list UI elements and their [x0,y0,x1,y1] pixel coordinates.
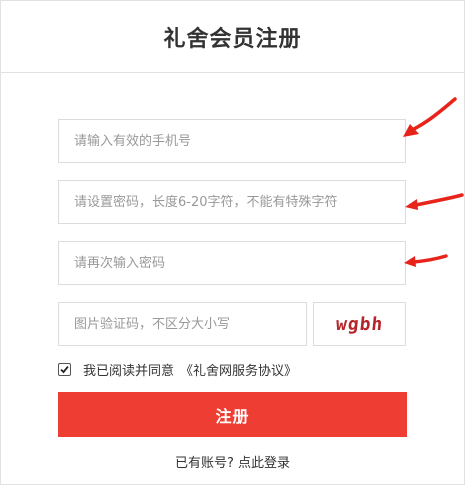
captcha-input[interactable] [59,303,306,345]
agree-text: 我已阅读并同意 [83,363,175,379]
login-prompt-row: 已有账号? 点此登录 [0,452,465,471]
register-button[interactable]: 注册 [58,392,407,437]
captcha-field-wrapper [58,302,307,346]
confirm-password-field-wrapper [58,241,406,285]
login-link[interactable]: 点此登录 [238,456,290,471]
agree-checkbox[interactable] [58,362,71,376]
checkmark-icon [60,365,69,373]
agreement-row: 我已阅读并同意 《礼舍网服务协议》 [58,360,297,379]
phone-input[interactable] [59,120,405,162]
password-field-wrapper [58,180,406,224]
captcha-image[interactable]: wgbh [313,302,406,346]
arrow-icon [404,254,448,267]
header: 礼舍会员注册 [1,1,464,73]
agreement-link[interactable]: 《礼舍网服务协议》 [180,360,297,379]
captcha-text: wgbh [334,313,385,335]
login-prompt: 已有账号? [174,456,234,471]
page-title: 礼舍会员注册 [163,26,302,52]
confirm-password-input[interactable] [59,242,405,284]
phone-field-wrapper [58,119,406,163]
password-input[interactable] [59,181,405,223]
arrow-icon [403,97,457,137]
arrow-icon [405,193,464,210]
